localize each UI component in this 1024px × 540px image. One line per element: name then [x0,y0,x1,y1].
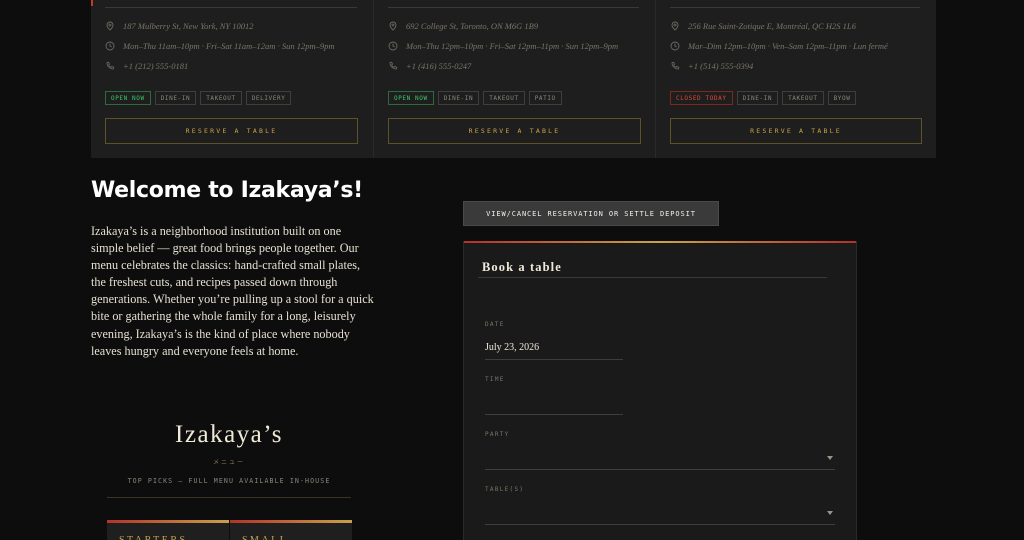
status-badge: OPEN NOW [105,91,151,105]
reserve-table-button[interactable]: RESERVE A TABLE [105,118,358,144]
location-phone-row: +1 (514) 555-0394 [670,61,753,71]
menu-divider [107,497,351,498]
booking-title: Book a table [482,260,562,274]
menu-tagline: TOP PICKS — FULL MENU AVAILABLE IN-HOUSE [127,477,331,485]
locations-strip: 187 Mulberry St, New York, NY 10012 Mon–… [91,0,936,158]
location-phone[interactable]: +1 (212) 555-0181 [123,61,188,71]
location-card-montreal: 256 Rue Saint-Zotique E, Montréal, QC H2… [655,0,936,158]
welcome-heading: Welcome to Izakaya’s! [91,178,363,203]
date-underline [485,359,623,360]
location-hours: Mon–Thu 12pm–10pm · Fri–Sat 12pm–11pm · … [406,41,619,51]
location-tags: OPEN NOW DINE-IN TAKEOUT DELIVERY [105,91,292,105]
card-accent [91,0,93,6]
location-address-row: 692 College St, Toronto, ON M6G 1B9 [388,21,538,31]
status-badge: OPEN NOW [388,91,434,105]
location-tags: CLOSED TODAY DINE-IN TAKEOUT BYOW [670,91,857,105]
location-address: 692 College St, Toronto, ON M6G 1B9 [406,21,539,31]
phone-icon [670,61,680,71]
party-label: PARTY [485,431,510,438]
service-tag: DINE-IN [437,91,480,105]
tables-label: TABLE(S) [485,486,525,493]
card-divider [670,7,920,8]
time-field[interactable] [485,396,623,412]
location-hours-row: Mon–Thu 12pm–10pm · Fri–Sat 12pm–11pm · … [388,41,618,51]
chevron-down-icon [827,456,833,460]
location-address-row: 187 Mulberry St, New York, NY 10012 [105,21,254,31]
view-cancel-reservation-button[interactable]: VIEW/CANCEL RESERVATION OR SETTLE DEPOSI… [463,201,719,226]
location-address: 256 Rue Saint-Zotique E, Montréal, QC H2… [688,21,856,31]
booking-title-divider [478,277,827,278]
reserve-table-button[interactable]: RESERVE A TABLE [670,118,922,144]
tables-select[interactable] [485,505,835,525]
status-badge: CLOSED TODAY [670,91,733,105]
service-tag: PATIO [528,91,562,105]
service-tag: DELIVERY [245,91,292,105]
menu-tabs: STARTERS SMALL [107,520,352,540]
clock-icon [670,41,680,51]
location-hours-row: Mar–Dim 12pm–10pm · Ven–Sam 12pm–11pm · … [670,41,888,51]
clock-icon [388,41,398,51]
booking-form: Book a table DATE July 23, 2026 TIME PAR… [463,241,857,540]
clock-icon [105,41,115,51]
service-tag: TAKEOUT [782,91,824,105]
location-phone[interactable]: +1 (416) 555-0247 [406,61,471,71]
location-phone-row: +1 (416) 555-0247 [388,61,471,71]
map-pin-icon [670,21,680,31]
service-tag: DINE-IN [154,91,197,105]
menu-logo: Izakaya’s [175,421,283,448]
welcome-paragraph: Izakaya’s is a neighborhood institution … [91,224,374,358]
location-hours: Mar–Dim 12pm–10pm · Ven–Sam 12pm–11pm · … [688,41,888,51]
chevron-down-icon [827,511,833,515]
service-tag: TAKEOUT [200,91,242,105]
menu-tab-starters[interactable]: STARTERS [107,520,229,540]
menu-subtitle: メニュー [212,459,245,466]
date-label: DATE [485,321,505,328]
location-hours: Mon–Thu 11am–10pm · Fri–Sat 11am–12am · … [123,41,335,51]
phone-icon [105,61,115,71]
menu-tab-small[interactable]: SMALL [230,520,352,540]
location-hours-row: Mon–Thu 11am–10pm · Fri–Sat 11am–12am · … [105,41,334,51]
location-card-new-york: 187 Mulberry St, New York, NY 10012 Mon–… [91,0,373,158]
location-card-toronto: 692 College St, Toronto, ON M6G 1B9 Mon–… [373,0,655,158]
party-select[interactable] [485,450,835,470]
location-phone-row: +1 (212) 555-0181 [105,61,188,71]
panel-accent [464,241,856,243]
map-pin-icon [105,21,115,31]
phone-icon [388,61,398,71]
reserve-table-button[interactable]: RESERVE A TABLE [388,118,641,144]
time-underline [485,414,623,415]
location-address: 187 Mulberry St, New York, NY 10012 [123,21,254,31]
card-divider [388,7,639,8]
service-tag: DINE-IN [736,91,779,105]
date-field[interactable]: July 23, 2026 [485,342,539,353]
location-phone[interactable]: +1 (514) 555-0394 [688,61,753,71]
map-pin-icon [388,21,398,31]
service-tag: BYOW [827,91,857,105]
location-tags: OPEN NOW DINE-IN TAKEOUT PATIO [388,91,562,105]
card-divider [105,7,357,8]
location-address-row: 256 Rue Saint-Zotique E, Montréal, QC H2… [670,21,856,31]
service-tag: TAKEOUT [483,91,525,105]
time-label: TIME [485,376,505,383]
